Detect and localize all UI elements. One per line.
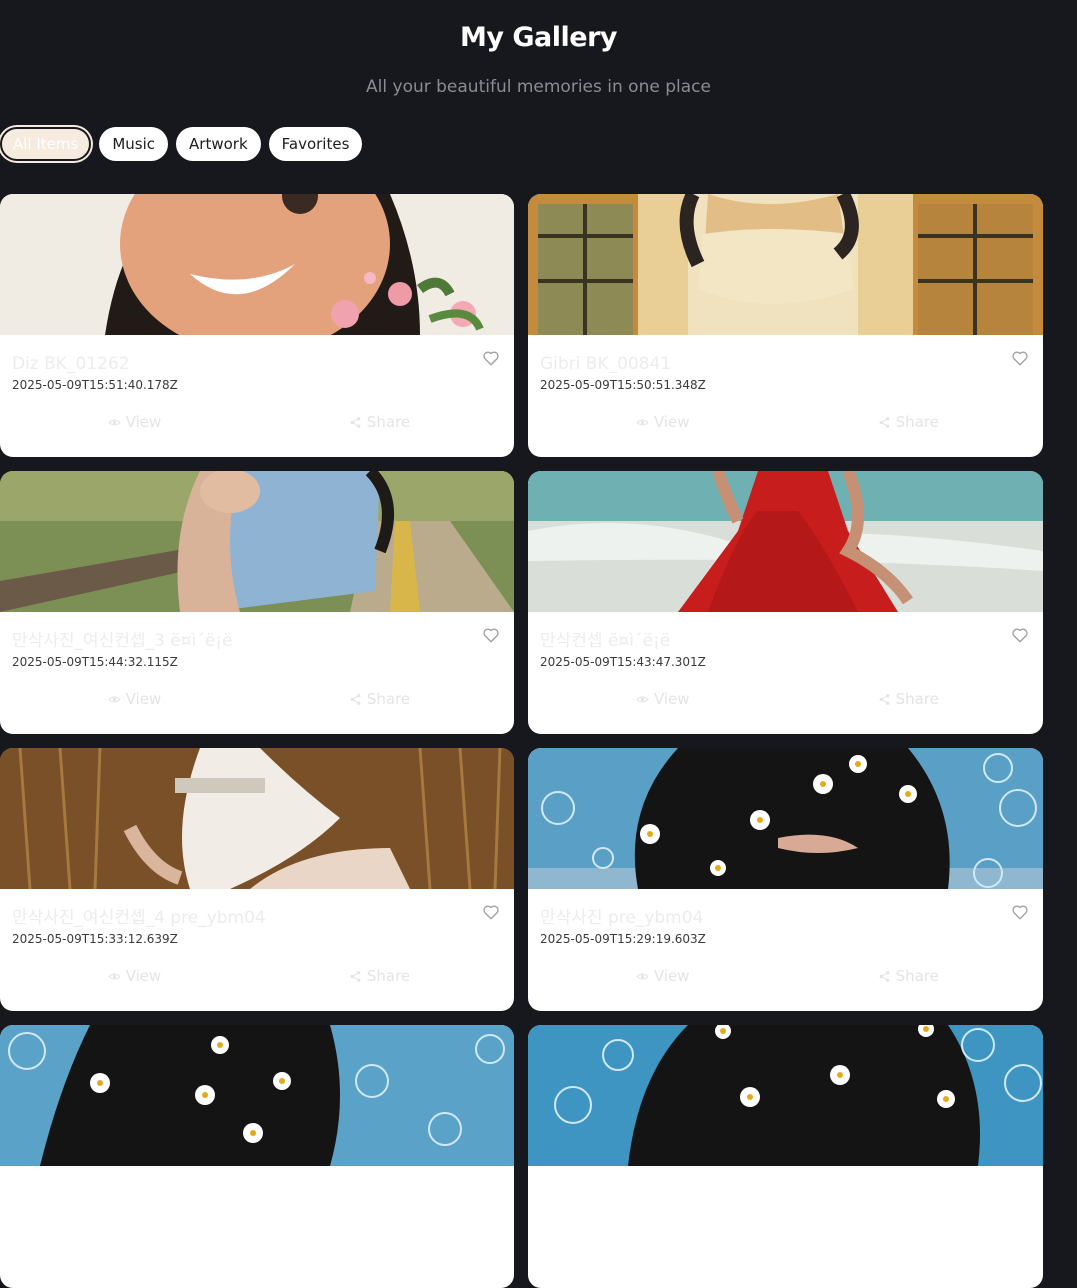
card-date: [540, 1208, 1031, 1224]
heart-icon[interactable]: [482, 349, 500, 367]
gallery-grid: Diz BK_01262 2025-05-09T15:51:40.178Z Vi…: [0, 194, 1043, 1288]
gallery-card[interactable]: [0, 1025, 514, 1288]
page-title: My Gallery: [460, 22, 618, 53]
filter-artwork[interactable]: Artwork: [176, 127, 261, 161]
card-date: [12, 1208, 502, 1224]
gallery-card[interactable]: [528, 1025, 1043, 1288]
view-label: View: [653, 413, 690, 431]
card-date: 2025-05-09T15:51:40.178Z: [12, 378, 178, 392]
eye-icon: [636, 973, 649, 979]
eye-icon: [107, 973, 121, 979]
share-icon: [350, 970, 361, 982]
card-date: 2025-05-09T15:50:51.348Z: [540, 378, 706, 392]
gallery-card[interactable]: 만삭사진_여신컨셉_3 ë¤ì´ë¡ë 2025-05-09T15:44:32.…: [0, 471, 514, 734]
heart-icon[interactable]: [482, 903, 500, 921]
share-label: Share: [366, 967, 411, 985]
gallery-card[interactable]: Gibri BK_00841 2025-05-09T15:50:51.348Z …: [528, 194, 1043, 457]
share-icon: [350, 416, 361, 428]
card-image[interactable]: [528, 748, 1043, 889]
share-label: Share: [895, 413, 939, 431]
view-label: View: [125, 413, 162, 431]
share-label: Share: [366, 690, 411, 708]
share-button[interactable]: Share: [257, 690, 502, 708]
card-image[interactable]: [0, 1025, 514, 1166]
view-label: View: [125, 690, 162, 708]
view-button[interactable]: View: [12, 690, 257, 708]
card-title: 만삭컨셉 ë¤ì´ë¡ë: [540, 631, 671, 651]
gallery-card[interactable]: 만삭사진 pre_ybm04 2025-05-09T15:29:19.603Z …: [528, 748, 1043, 1011]
card-actions: View Share: [540, 413, 1031, 431]
card-actions: View Share: [540, 690, 1031, 708]
share-button[interactable]: Share: [786, 690, 1032, 708]
card-title: Gibri BK_00841: [540, 354, 672, 374]
view-button[interactable]: View: [540, 690, 786, 708]
share-button[interactable]: Share: [257, 413, 502, 431]
view-label: View: [653, 690, 690, 708]
share-icon: [879, 970, 889, 982]
filter-favorites[interactable]: Favorites: [268, 127, 363, 161]
card-title: [12, 1184, 502, 1206]
heart-icon[interactable]: [1011, 626, 1029, 644]
share-button[interactable]: Share: [257, 967, 502, 985]
eye-icon: [636, 419, 649, 425]
eye-icon: [636, 696, 649, 702]
card-image[interactable]: [528, 194, 1043, 335]
card-actions: View Share: [12, 967, 502, 985]
card-actions: View Share: [540, 967, 1031, 985]
card-date: 2025-05-09T15:29:19.603Z: [540, 932, 706, 946]
card-info: 만삭사진 pre_ybm04 2025-05-09T15:29:19.603Z …: [528, 889, 1043, 985]
view-button[interactable]: View: [540, 967, 786, 985]
view-label: View: [653, 967, 690, 985]
card-actions: View Share: [12, 413, 502, 431]
filter-bar: All Items Music Artwork Favorites: [0, 127, 363, 161]
card-image[interactable]: [0, 471, 514, 612]
share-icon: [350, 693, 361, 705]
gallery-card[interactable]: 만삭컨셉 ë¤ì´ë¡ë 2025-05-09T15:43:47.301Z Vi…: [528, 471, 1043, 734]
card-date: 2025-05-09T15:44:32.115Z: [12, 655, 178, 669]
card-info: 만삭사진_여신컨셉_3 ë¤ì´ë¡ë 2025-05-09T15:44:32.…: [0, 612, 514, 708]
card-date: 2025-05-09T15:33:12.639Z: [12, 932, 178, 946]
eye-icon: [107, 696, 121, 702]
page-subtitle: All your beautiful memories in one place: [366, 77, 711, 97]
share-button[interactable]: Share: [786, 413, 1032, 431]
share-label: Share: [895, 690, 939, 708]
card-info: 만삭사진_여신컨셉_4 pre_ybm04 2025-05-09T15:33:1…: [0, 889, 514, 985]
eye-icon: [107, 419, 121, 425]
card-image[interactable]: [528, 471, 1043, 612]
gallery-card[interactable]: Diz BK_01262 2025-05-09T15:51:40.178Z Vi…: [0, 194, 514, 457]
card-title: 만삭사진_여신컨셉_4 pre_ybm04: [12, 908, 266, 928]
card-info: Diz BK_01262 2025-05-09T15:51:40.178Z Vi…: [0, 335, 514, 431]
card-title: Diz BK_01262: [12, 354, 130, 374]
share-button[interactable]: Share: [786, 967, 1032, 985]
share-label: Share: [366, 413, 411, 431]
card-info: [0, 1166, 514, 1224]
card-image[interactable]: [0, 194, 514, 335]
filter-music[interactable]: Music: [99, 127, 169, 161]
filter-all-items[interactable]: All Items: [0, 127, 92, 161]
card-info: Gibri BK_00841 2025-05-09T15:50:51.348Z …: [528, 335, 1043, 431]
gallery-card[interactable]: 만삭사진_여신컨셉_4 pre_ybm04 2025-05-09T15:33:1…: [0, 748, 514, 1011]
share-icon: [879, 416, 889, 428]
heart-icon[interactable]: [482, 626, 500, 644]
view-label: View: [125, 967, 162, 985]
card-info: [528, 1166, 1043, 1224]
card-actions: View Share: [12, 690, 502, 708]
view-button[interactable]: View: [12, 413, 257, 431]
gallery-header: My Gallery All your beautiful memories i…: [0, 0, 1077, 98]
card-image[interactable]: [0, 748, 514, 889]
card-title: [540, 1184, 1031, 1206]
card-title: 만삭사진_여신컨셉_3 ë¤ì´ë¡ë: [12, 631, 233, 651]
card-image[interactable]: [528, 1025, 1043, 1166]
share-label: Share: [895, 967, 939, 985]
card-info: 만삭컨셉 ë¤ì´ë¡ë 2025-05-09T15:43:47.301Z Vi…: [528, 612, 1043, 708]
card-title: 만삭사진 pre_ybm04: [540, 908, 704, 928]
view-button[interactable]: View: [540, 413, 786, 431]
share-icon: [879, 693, 889, 705]
heart-icon[interactable]: [1011, 903, 1029, 921]
card-date: 2025-05-09T15:43:47.301Z: [540, 655, 706, 669]
heart-icon[interactable]: [1011, 349, 1029, 367]
view-button[interactable]: View: [12, 967, 257, 985]
